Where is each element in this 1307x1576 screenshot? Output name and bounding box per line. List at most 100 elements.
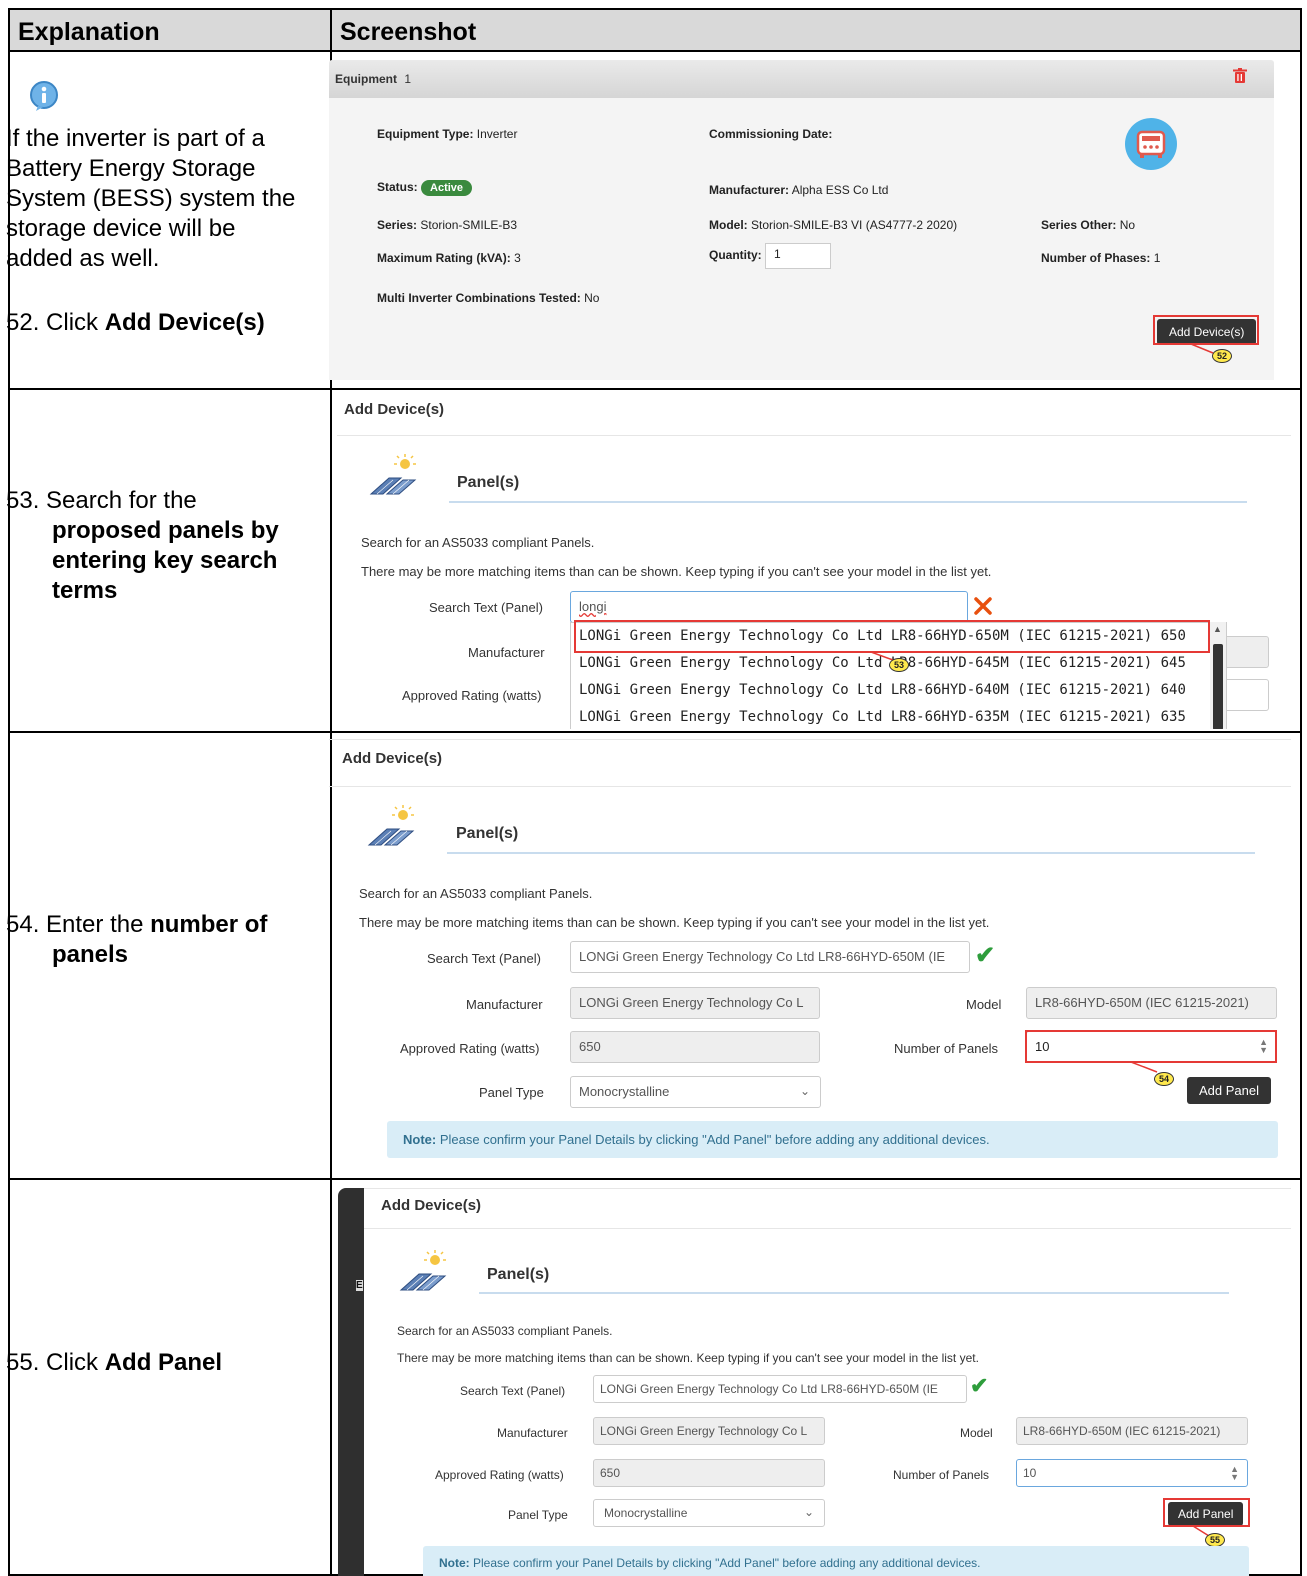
note-label: Note: (439, 1556, 470, 1570)
step-text: 55. Click (6, 1349, 105, 1376)
commissioning-date: Commissioning Date: (709, 127, 832, 141)
divider (364, 1188, 1291, 1189)
dropdown-scrollbar[interactable]: ▲ (1210, 622, 1226, 729)
more-items-hint: There may be more matching items than ca… (397, 1351, 979, 1365)
search-input[interactable]: LONGi Green Energy Technology Co Ltd LR8… (593, 1375, 967, 1403)
field-label: Status: (377, 180, 418, 194)
step-bold-text: Add Panel (104, 1349, 223, 1376)
panel-type-label: Panel Type (479, 1085, 544, 1100)
highlight-box (1153, 315, 1259, 345)
field-label: Equipment Type: (377, 127, 474, 141)
model-field: LR8-66HYD-650M (IEC 61215-2021) (1026, 987, 1277, 1019)
status-badge: Active (421, 180, 473, 196)
step-bold-text: proposed panels by entering key search t… (52, 517, 279, 604)
panel-title: Panel(s) (456, 825, 519, 842)
section-title: Add Device(s) (344, 401, 445, 418)
model-label: Model (966, 997, 1002, 1012)
step-52: 52. Click Add Device(s) (6, 308, 316, 338)
multi-inverter-tested: Multi Inverter Combinations Tested: No (377, 291, 599, 305)
manufacturer-label: Manufacturer (466, 997, 543, 1012)
solar-panel-icon (367, 454, 419, 501)
section-title: Add Device(s) (381, 1197, 482, 1214)
equipment-label: Equipment (335, 72, 397, 86)
more-items-hint: There may be more matching items than ca… (359, 915, 990, 930)
chevron-down-icon: ⌄ (799, 1084, 810, 1098)
field-value: Storion-SMILE-B3 VI (AS4777-2 2020) (751, 218, 958, 232)
status: Status: Active (377, 180, 473, 196)
rating-label: Approved Rating (watts) (435, 1468, 564, 1482)
field-value: No (1119, 218, 1136, 232)
panel-type-value: Monocrystalline (579, 1084, 670, 1099)
highlight-box (1025, 1030, 1277, 1063)
callout-53: 53 (889, 658, 909, 672)
number-of-panels-input[interactable]: 10 ▲ ▼ (1016, 1459, 1248, 1487)
list-item[interactable]: LONGi Green Energy Technology Co Ltd LR8… (571, 704, 1226, 729)
callout-54: 54 (1154, 1072, 1174, 1086)
section-title: Add Device(s) (342, 750, 443, 767)
field-value: Inverter (476, 127, 518, 141)
panel-title: Panel(s) (487, 1266, 550, 1283)
panel-type-select[interactable]: Monocrystalline ⌄ (570, 1076, 821, 1108)
search-intro: Search for an AS5033 compliant Panels. (361, 535, 595, 550)
divider (329, 739, 1291, 740)
scrollbar-thumb[interactable] (1213, 644, 1223, 729)
note-text: Please confirm your Panel Details by cli… (436, 1132, 990, 1147)
search-input[interactable]: longi (570, 591, 968, 623)
series: Series: Storion-SMILE-B3 (377, 218, 517, 232)
header-explanation: Explanation (10, 10, 330, 52)
field-label: Number of Phases: (1041, 251, 1151, 265)
stepper-icon[interactable]: ▲ ▼ (1230, 1465, 1239, 1482)
series-other: Series Other: No (1041, 218, 1135, 232)
solar-panel-icon (397, 1250, 449, 1297)
field-value: 3 (514, 251, 521, 265)
trash-icon[interactable] (1233, 68, 1247, 87)
callout-55: 55 (1205, 1533, 1225, 1547)
panel-type-select[interactable]: Monocrystalline ⌄ (593, 1499, 825, 1527)
equipment-screenshot: Equipment 1 Equipment Type: Inverter Com… (329, 60, 1291, 384)
model-field: LR8-66HYD-650M (IEC 61215-2021) (1016, 1417, 1248, 1445)
search-intro: Search for an AS5033 compliant Panels. (397, 1324, 613, 1338)
divider (364, 1228, 1291, 1229)
note-banner: Note: Please confirm your Panel Details … (423, 1546, 1249, 1576)
check-icon: ✔ (975, 942, 996, 969)
field-label: Series: (377, 218, 418, 232)
list-item[interactable]: LONGi Green Energy Technology Co Ltd LR8… (571, 677, 1226, 704)
highlight-box (574, 620, 1210, 653)
field-value: 1 (1153, 251, 1161, 265)
number-value: 10 (1023, 1466, 1037, 1480)
dark-side-panel: E (338, 1188, 364, 1576)
search-label: Search Text (Panel) (427, 951, 541, 966)
step-bold-text: Add Device(s) (104, 309, 265, 336)
highlight-box (1163, 1498, 1250, 1527)
step-53: 53. Search for the proposed panels by en… (6, 486, 312, 606)
clear-icon[interactable] (973, 596, 993, 619)
panel-title-underline (479, 1292, 1229, 1294)
field-label: Multi Inverter Combinations Tested: (377, 291, 581, 305)
inverter-icon (1125, 118, 1177, 170)
equipment-number: 1 (404, 72, 412, 86)
field-label: Maximum Rating (kVA): (377, 251, 511, 265)
quantity-input[interactable]: 1 (765, 243, 832, 269)
field-label: Quantity: (709, 248, 762, 263)
search-panels-screenshot: Add Device(s) Panel(s) Search for an AS5… (329, 388, 1291, 729)
step-text: 54. Enter the (6, 911, 151, 938)
model-label: Model (960, 1426, 993, 1440)
panel-title: Panel(s) (457, 474, 520, 491)
solar-panel-icon (365, 805, 417, 852)
maximum-rating: Maximum Rating (kVA): 3 (377, 251, 521, 265)
equipment-type: Equipment Type: Inverter (377, 127, 517, 141)
add-panel-button[interactable]: Add Panel (1187, 1077, 1271, 1104)
add-panel-screenshot: E Add Device(s) Panel(s) Search for an A… (329, 1178, 1291, 1576)
field-label: Commissioning Date: (709, 127, 833, 141)
search-input[interactable]: LONGi Green Energy Technology Co Ltd LR8… (570, 941, 970, 973)
field-label: Model: (709, 218, 748, 232)
number-of-panels-label: Number of Panels (894, 1041, 999, 1056)
scroll-up-icon[interactable]: ▲ (1213, 624, 1222, 634)
panel-title-underline (447, 852, 1255, 854)
manufacturer: Manufacturer: Alpha ESS Co Ltd (709, 183, 888, 197)
number-of-panels-label: Number of Panels (893, 1468, 990, 1482)
manufacturer-field: LONGi Green Energy Technology Co L (593, 1417, 825, 1445)
search-label: Search Text (Panel) (429, 600, 543, 615)
chevron-down-icon: ⌄ (803, 1505, 814, 1519)
more-items-hint: There may be more matching items than ca… (361, 564, 992, 579)
